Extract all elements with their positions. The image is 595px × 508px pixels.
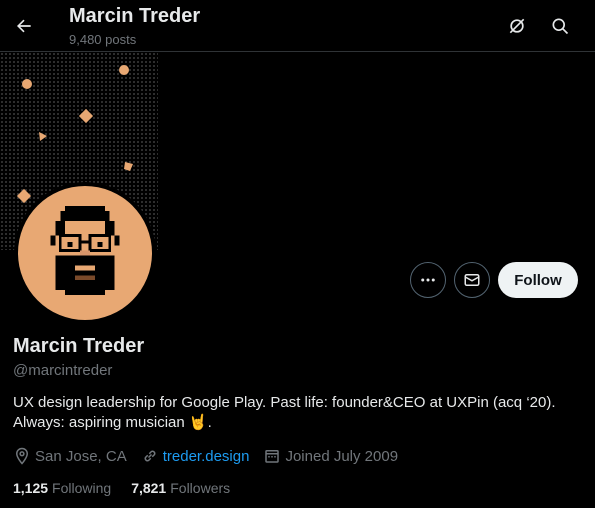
profile-stats: 1,125 Following 7,821 Followers <box>13 480 250 496</box>
following-count: 1,125 <box>13 480 49 496</box>
grok-button[interactable] <box>501 10 533 42</box>
profile-meta: San Jose, CA treder.design Joined July 2… <box>13 446 412 466</box>
follow-button[interactable]: Follow <box>498 262 578 298</box>
mail-icon <box>464 274 480 286</box>
link-icon <box>144 450 156 462</box>
location: San Jose, CA <box>13 447 127 465</box>
website: treder.design <box>141 447 250 465</box>
followers-count: 7,821 <box>131 480 167 496</box>
website-link[interactable]: treder.design <box>163 448 250 465</box>
bio-line-2-end: . <box>207 414 212 431</box>
joined-date: Joined July 2009 <box>263 447 398 465</box>
page-title: Marcin Treder <box>69 5 201 27</box>
rock-hand-emoji: 🤘 <box>188 414 208 431</box>
avatar[interactable] <box>14 182 156 324</box>
more-button[interactable] <box>410 262 446 298</box>
joined-text: Joined July 2009 <box>285 447 399 465</box>
more-icon <box>421 278 435 282</box>
posts-count: 9,480 posts <box>69 32 137 47</box>
search-button[interactable] <box>544 10 576 42</box>
arrow-left-icon <box>17 19 31 33</box>
calendar-icon <box>265 450 280 463</box>
back-button[interactable] <box>8 10 40 42</box>
location-pin-icon <box>15 447 29 465</box>
followers-label: Followers <box>170 480 231 496</box>
bio-line-2: Always: aspiring musician 🤘. <box>13 413 583 433</box>
message-button[interactable] <box>454 262 490 298</box>
profile-name: Marcin Treder <box>13 335 145 357</box>
bio-line-2-text: Always: aspiring musician <box>13 414 185 431</box>
grok-icon <box>509 18 525 34</box>
location-text: San Jose, CA <box>35 447 127 465</box>
avatar-image <box>18 186 152 320</box>
following-link[interactable]: 1,125 Following <box>13 480 111 496</box>
pixel-portrait <box>50 206 120 296</box>
profile-bio: UX design leadership for Google Play. Pa… <box>13 393 583 433</box>
search-icon <box>552 18 569 35</box>
top-bar: Marcin Treder 9,480 posts <box>0 0 595 52</box>
profile-handle: @marcintreder <box>13 362 113 379</box>
following-label: Following <box>52 480 112 496</box>
followers-link[interactable]: 7,821 Followers <box>131 480 230 496</box>
bio-line-1: UX design leadership for Google Play. Pa… <box>13 394 556 411</box>
